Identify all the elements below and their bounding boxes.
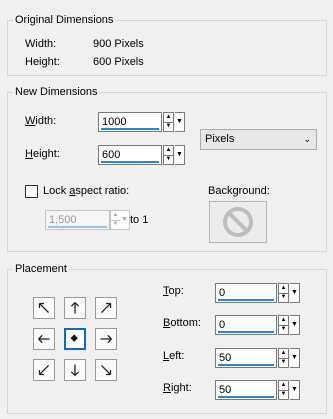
align-center-icon	[70, 334, 78, 342]
right-input-value: 50	[219, 384, 232, 396]
bottom-spin-down-icon[interactable]: ▼	[279, 325, 288, 334]
top-dropdown-icon[interactable]: ▼	[290, 283, 300, 303]
bottom-input[interactable]: 0	[215, 315, 277, 335]
placement-button[interactable]	[64, 359, 86, 381]
left-input-underline	[218, 364, 274, 366]
width-input-value: 1000	[102, 116, 127, 128]
placement-button[interactable]	[33, 297, 55, 319]
width-dropdown-icon[interactable]: ▼	[175, 112, 185, 132]
right-input[interactable]: 50	[215, 380, 277, 400]
bottom-spinner[interactable]: ▲ ▼	[278, 315, 289, 335]
left-input[interactable]: 50	[215, 348, 277, 368]
lock-aspect-label[interactable]: Lock aspect ratio:	[43, 185, 129, 197]
align-bottom-left-icon	[38, 365, 49, 376]
placement-button[interactable]	[64, 328, 86, 350]
placement-button[interactable]	[33, 328, 55, 350]
align-top-left-icon	[38, 302, 49, 313]
height-dropdown-icon[interactable]: ▼	[175, 145, 185, 165]
bottom-input-underline	[218, 331, 274, 333]
aspect-ratio-value: 1,500	[49, 214, 77, 226]
top-input[interactable]: 0	[215, 283, 277, 303]
original-width-label: Width:	[25, 38, 57, 50]
left-dropdown-icon[interactable]: ▼	[290, 348, 300, 368]
top-label: Top:	[163, 285, 184, 297]
top-input-value: 0	[219, 287, 226, 299]
original-height-value: 600 Pixels	[93, 56, 144, 68]
height-label: Height:	[25, 148, 60, 160]
bottom-label: Bottom:	[163, 317, 201, 329]
chevron-down-icon: ⌄	[303, 134, 311, 144]
height-input-value: 600	[102, 149, 121, 161]
width-input-underline	[101, 128, 159, 130]
align-top-center-icon	[70, 302, 80, 314]
top-input-underline	[218, 299, 274, 301]
ratio-dropdown-icon[interactable]: ▼	[120, 210, 130, 230]
placement-button[interactable]	[33, 359, 55, 381]
ratio-spin-down-icon[interactable]: ▼	[111, 220, 120, 229]
left-spinner[interactable]: ▲ ▼	[278, 348, 289, 368]
placement-button[interactable]	[95, 359, 117, 381]
width-label: Width:	[25, 115, 57, 127]
background-label: Background:	[208, 185, 270, 197]
right-input-underline	[218, 396, 274, 398]
ratio-to-label: to 1	[130, 214, 149, 226]
background-color-swatch[interactable]	[209, 201, 267, 243]
top-spinner[interactable]: ▲ ▼	[278, 283, 289, 303]
height-input-underline	[101, 161, 159, 163]
bottom-dropdown-icon[interactable]: ▼	[290, 315, 300, 335]
height-spin-down-icon[interactable]: ▼	[164, 155, 173, 164]
original-dimensions-title: Original Dimensions	[13, 14, 116, 26]
right-spinner[interactable]: ▲ ▼	[278, 380, 289, 400]
align-middle-right-icon	[100, 334, 112, 344]
right-label: Right:	[163, 382, 192, 394]
aspect-ratio-input[interactable]: 1,500	[45, 210, 110, 230]
bottom-input-value: 0	[219, 319, 226, 331]
units-select[interactable]: Pixels ⌄	[200, 129, 317, 150]
placement-title: Placement	[13, 263, 69, 275]
width-spinner[interactable]: ▲ ▼	[163, 112, 174, 132]
lock-aspect-checkbox[interactable]	[25, 185, 38, 198]
align-bottom-center-icon	[70, 364, 80, 376]
aspect-ratio-underline	[48, 226, 107, 228]
align-bottom-right-icon	[101, 365, 112, 376]
align-middle-left-icon	[38, 334, 50, 344]
right-dropdown-icon[interactable]: ▼	[290, 380, 300, 400]
placement-button[interactable]	[95, 328, 117, 350]
height-spinner[interactable]: ▲ ▼	[163, 145, 174, 165]
right-spin-down-icon[interactable]: ▼	[279, 390, 288, 399]
original-height-label: Height:	[25, 56, 60, 68]
height-input[interactable]: 600	[98, 145, 162, 165]
width-spin-down-icon[interactable]: ▼	[164, 122, 173, 131]
units-select-value: Pixels	[205, 133, 235, 145]
width-input[interactable]: 1000	[98, 112, 162, 132]
left-label: Left:	[163, 350, 185, 362]
left-spin-down-icon[interactable]: ▼	[279, 358, 288, 367]
placement-button[interactable]	[64, 297, 86, 319]
left-input-value: 50	[219, 352, 232, 364]
placement-button[interactable]	[95, 297, 117, 319]
align-top-right-icon	[101, 302, 112, 313]
top-spin-down-icon[interactable]: ▼	[279, 293, 288, 302]
new-dimensions-title: New Dimensions	[13, 86, 100, 98]
no-color-icon	[223, 207, 253, 237]
original-width-value: 900 Pixels	[93, 38, 144, 50]
